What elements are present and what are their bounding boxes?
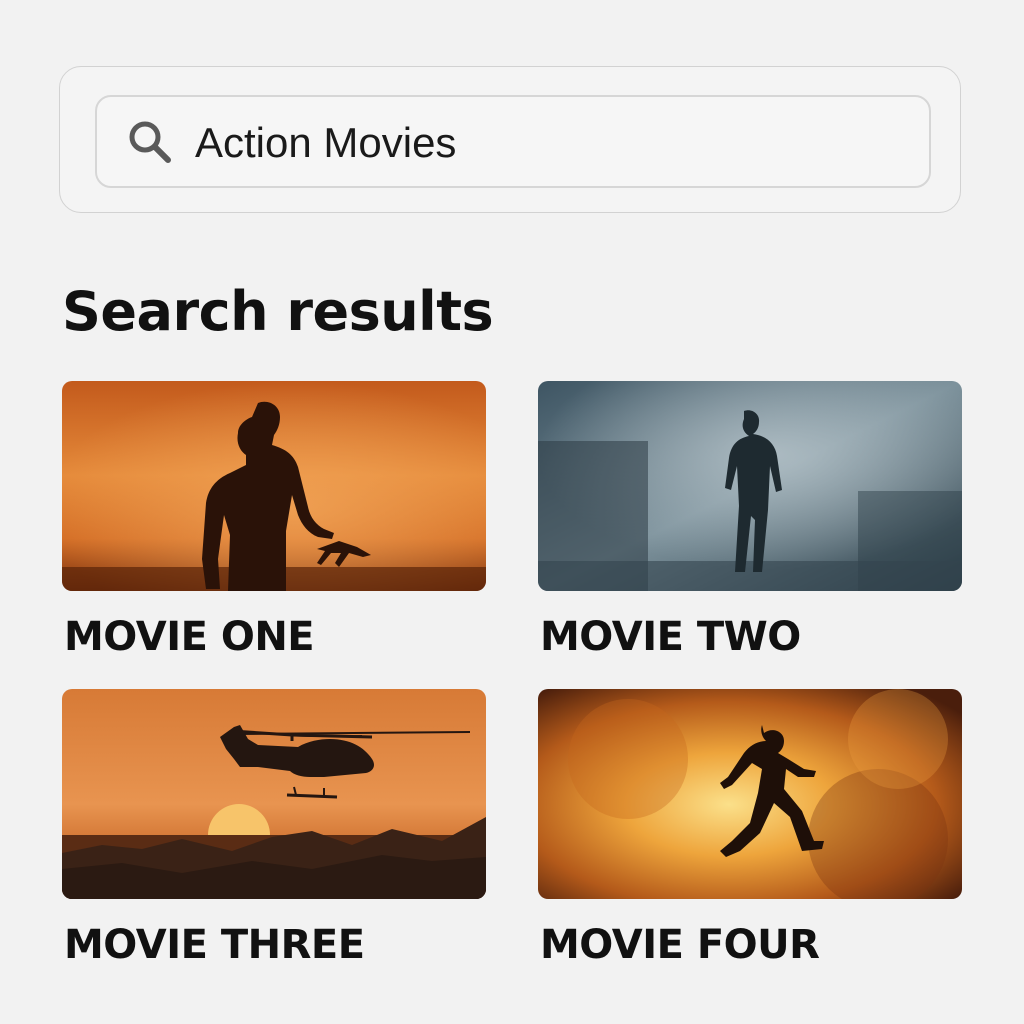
movie-four-thumbnail[interactable] [538, 689, 962, 899]
movie-title[interactable]: MOVIE TWO [540, 613, 801, 661]
result-card-movie-four[interactable]: MOVIE FOUR [538, 689, 962, 968]
movie-three-thumbnail[interactable] [62, 689, 486, 899]
movie-one-thumbnail[interactable] [62, 381, 486, 591]
movie-title[interactable]: MOVIE THREE [64, 921, 365, 969]
search-panel [59, 66, 961, 213]
movie-two-thumbnail[interactable] [538, 381, 962, 591]
movie-title[interactable]: MOVIE ONE [64, 613, 315, 661]
search-results-page: Search results [0, 0, 1024, 1024]
search-box[interactable] [95, 95, 931, 188]
result-card-movie-three[interactable]: MOVIE THREE [62, 689, 486, 968]
movie-title[interactable]: MOVIE FOUR [540, 921, 820, 969]
search-icon[interactable] [125, 117, 175, 167]
search-results-heading: Search results [62, 280, 494, 343]
result-card-movie-one[interactable]: MOVIE ONE [62, 381, 486, 660]
search-input[interactable] [195, 115, 895, 171]
result-card-movie-two[interactable]: MOVIE TWO [538, 381, 962, 660]
